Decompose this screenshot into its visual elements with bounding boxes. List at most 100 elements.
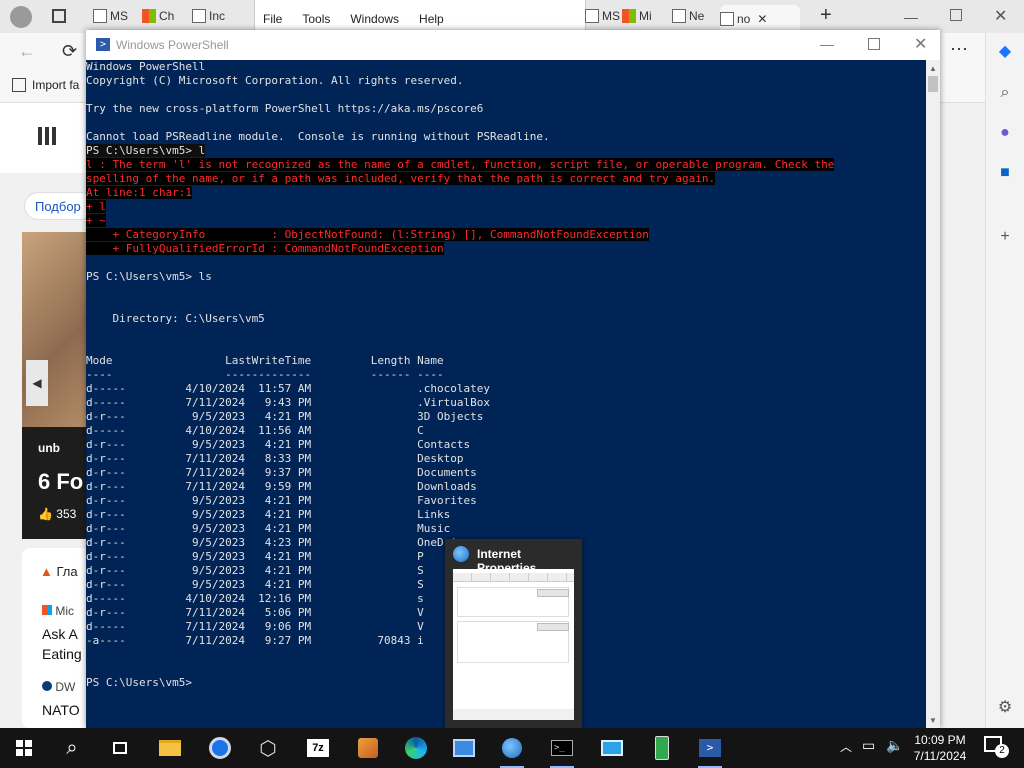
page-icon — [585, 9, 599, 23]
close-icon[interactable]: ✕ — [994, 6, 1007, 26]
thumbnail-window-image — [453, 569, 574, 720]
paint-app-icon[interactable] — [354, 734, 382, 762]
console-error-line: l : The term 'l' is not recognized as th… — [86, 158, 835, 171]
virtualbox-icon[interactable]: ⬡ — [254, 734, 282, 762]
listing-row: d-r--- 9/5/2023 4:21 PM Links — [86, 508, 451, 521]
import-icon — [12, 78, 26, 92]
scroll-down-icon[interactable]: ▼ — [929, 716, 937, 725]
feed-item-title[interactable]: NATO — [42, 702, 80, 718]
console-prompt-line: PS C:\Users\vm5> l — [86, 144, 206, 157]
browser-tab[interactable]: Ne — [672, 5, 717, 27]
menu-windows[interactable]: Windows — [350, 12, 399, 26]
listing-row: d----- 4/10/2024 11:56 AM C — [86, 424, 424, 437]
document-icon — [192, 9, 206, 23]
console-scrollbar[interactable]: ▲ ▼ — [926, 60, 940, 728]
console-error-line: + l — [86, 200, 106, 213]
search-icon[interactable]: ⌕ — [58, 734, 86, 762]
powershell-titlebar[interactable]: > Windows PowerShell — ✕ — [86, 30, 940, 60]
import-favorites-link[interactable]: Import fa — [12, 78, 79, 92]
feed-headline-card[interactable]: unb 6 Fo 👍 353 — [22, 427, 86, 539]
menu-tools[interactable]: Tools — [302, 12, 330, 26]
browser-tab-active[interactable]: no ✕ — [720, 5, 800, 33]
listing-row: d----- 7/11/2024 9:06 PM V — [86, 620, 424, 633]
clock-date: 7/11/2024 — [913, 749, 967, 763]
menu-help[interactable]: Help — [419, 12, 444, 26]
feed-item[interactable]: ▲ Гла — [40, 564, 78, 579]
control-panel-icon[interactable] — [450, 734, 478, 762]
feed-personalize-button[interactable]: Подбор — [24, 192, 94, 220]
taskbar-thumbnail-preview[interactable]: Internet Properties — [445, 539, 582, 728]
browser-sidebar: ◆ ⌕ ● ■ + ⚙ — [985, 33, 1024, 728]
browser-tab[interactable]: Mi — [622, 5, 667, 27]
minimize-icon[interactable]: — — [904, 9, 918, 25]
file-explorer-icon[interactable] — [156, 734, 184, 762]
profile-icon[interactable] — [10, 6, 32, 28]
scroll-up-icon[interactable]: ▲ — [929, 64, 937, 73]
office-icon[interactable]: ● — [995, 123, 1015, 143]
clock-time: 10:09 PM — [914, 733, 966, 747]
apps-grid-icon[interactable] — [38, 127, 56, 145]
console-line: Copyright (C) Microsoft Corporation. All… — [86, 74, 464, 87]
feed-likes: 👍 353 — [38, 507, 77, 521]
notification-center-icon[interactable]: 2 — [984, 736, 1009, 758]
outlook-icon[interactable]: ■ — [995, 163, 1015, 183]
listing-row: d----- 4/10/2024 11:57 AM .chocolatey — [86, 382, 490, 395]
feed-item-source: DW — [42, 680, 75, 694]
browser-tab[interactable]: Inc — [192, 5, 237, 27]
close-icon[interactable]: ✕ — [914, 34, 927, 54]
feed-list: ▲ Гла Mic Ask A Eating DW NATO — [22, 548, 86, 728]
command-prompt-icon[interactable]: >_ — [548, 734, 576, 768]
remote-desktop-icon[interactable] — [598, 734, 626, 762]
tab-actions-icon[interactable] — [52, 9, 66, 23]
listing-row: d-r--- 9/5/2023 4:21 PM Contacts — [86, 438, 471, 451]
maximize-icon[interactable] — [868, 38, 880, 50]
settings-icon[interactable]: ⚙ — [995, 697, 1015, 717]
more-options-icon[interactable]: ⋯ — [950, 39, 968, 60]
menu-file[interactable]: File — [263, 12, 282, 26]
listing-row: d-r--- 9/5/2023 4:21 PM Favorites — [86, 494, 477, 507]
search-icon[interactable]: ⌕ — [995, 83, 1015, 103]
console-error-line: + FullyQualifiedErrorId : CommandNotFoun… — [86, 242, 444, 255]
feed-item-title[interactable]: Ask A — [42, 626, 78, 642]
listing-row: d-r--- 9/5/2023 4:21 PM S — [86, 564, 424, 577]
back-icon[interactable]: ← — [18, 41, 36, 62]
copilot-icon[interactable]: ◆ — [995, 41, 1015, 61]
minimize-icon[interactable]: — — [820, 36, 834, 52]
listing-row: d-r--- 7/11/2024 5:06 PM V — [86, 606, 424, 619]
show-hidden-icons-icon[interactable]: ︿ — [840, 738, 852, 755]
news-icon — [672, 9, 686, 23]
edge-icon[interactable] — [402, 734, 430, 762]
console-line: Cannot load PSReadline module. Console i… — [86, 130, 550, 143]
app-menubar: File Tools Windows Help — [254, 0, 586, 33]
listing-header-underline: ---- ------------- ------ ---- — [86, 368, 444, 381]
listing-row: d----- 7/11/2024 9:43 PM .VirtualBox — [86, 396, 490, 409]
refresh-icon[interactable]: ⟳ — [62, 41, 77, 62]
page-icon — [93, 9, 107, 23]
scrollbar-thumb[interactable] — [928, 76, 938, 92]
browser-tab[interactable]: Ch — [142, 5, 187, 27]
volume-muted-icon[interactable]: 🔈 — [886, 737, 903, 754]
restore-icon[interactable] — [950, 9, 962, 21]
window-title: Windows PowerShell — [116, 38, 229, 52]
table-icon — [720, 12, 734, 26]
network-icon[interactable]: ▭ — [862, 737, 875, 754]
console-error-line: spelling of the name, or if a path was i… — [86, 172, 716, 185]
listing-row: d-r--- 7/11/2024 9:37 PM Documents — [86, 466, 477, 479]
chrome-icon[interactable] — [206, 734, 234, 762]
internet-properties-taskbar-icon[interactable] — [498, 734, 526, 768]
clock[interactable]: 10:09 PM 7/11/2024 — [910, 732, 970, 764]
task-view-icon[interactable] — [106, 734, 134, 762]
tab-close-icon[interactable]: ✕ — [757, 12, 767, 26]
powershell-taskbar-icon[interactable]: > — [696, 734, 724, 768]
browser-tab[interactable]: MS — [93, 5, 138, 27]
new-tab-button[interactable]: + — [820, 4, 832, 27]
notification-count-badge: 2 — [995, 744, 1009, 758]
add-icon[interactable]: + — [995, 227, 1015, 247]
7zip-icon[interactable]: 7z — [304, 734, 332, 762]
globe-icon — [453, 546, 469, 562]
browser-tab[interactable]: MS — [585, 5, 621, 27]
phone-app-icon[interactable] — [648, 734, 676, 762]
feed-item-title[interactable]: Eating — [42, 646, 82, 662]
start-button[interactable] — [10, 734, 38, 762]
carousel-prev-button[interactable]: ◀ — [26, 360, 48, 406]
